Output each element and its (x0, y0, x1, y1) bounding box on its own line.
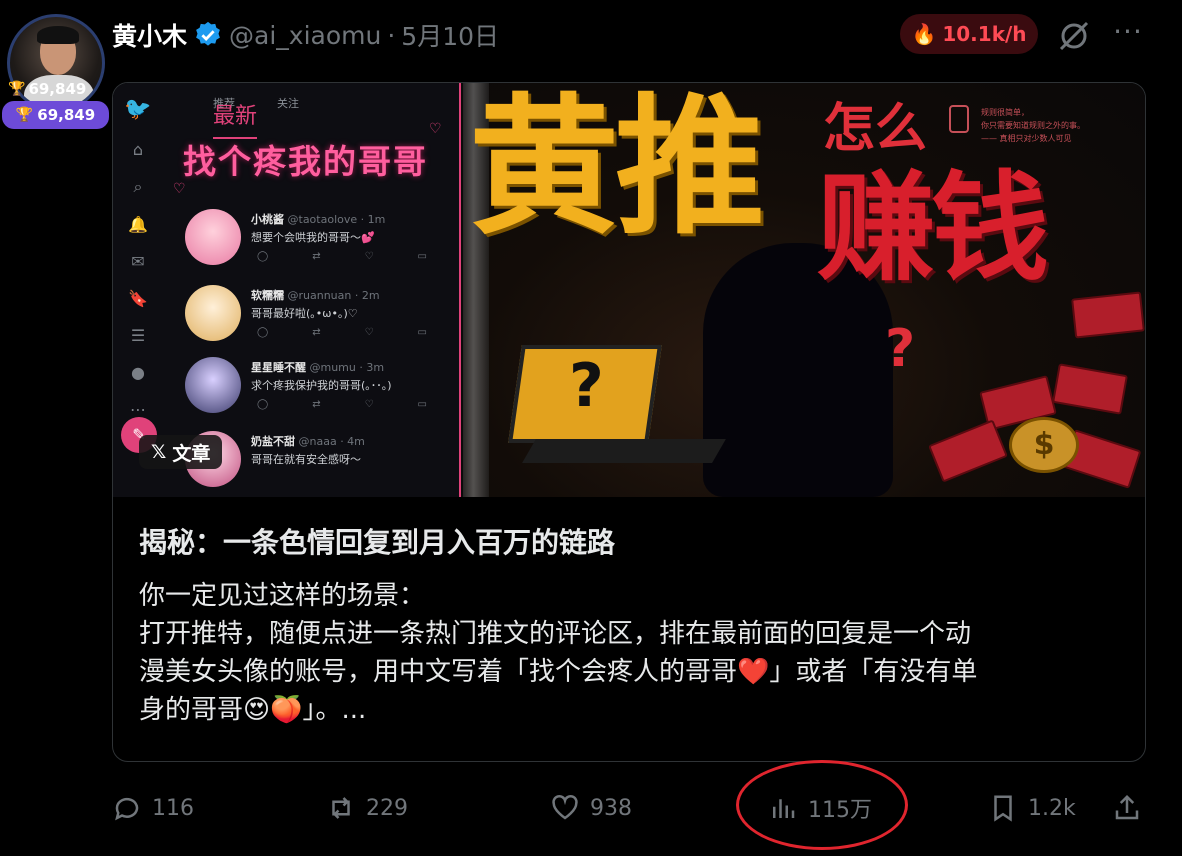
trophy-icon: 🏆 (8, 81, 26, 97)
x-logo-icon: 𝕏 (151, 441, 167, 463)
heart-icon (552, 794, 578, 820)
mock-tabs: 推荐 最新 关注 (213, 95, 299, 139)
mock-post-name: 小桃酱 @taotaolove · 1m (251, 213, 386, 226)
fire-icon: 🔥 (911, 22, 937, 46)
cover-headline-1: 黄推 (469, 83, 765, 255)
mock-tab-active: 最新 (213, 95, 258, 139)
article-cover-image: 🐦 ⌂ ⌕ 🔔 ✉ 🔖 ☰ ● ⋯ 推荐 最新 关注 找个疼我的哥哥 ♡ ♡ 小… (113, 83, 1145, 497)
like-button[interactable]: 938 (550, 786, 632, 830)
excerpt-line: 你一定见过这样的场景： (139, 581, 426, 611)
more-icon[interactable]: ··· (1110, 18, 1146, 54)
bell-icon: 🔔 (128, 215, 148, 234)
mail-icon: ✉ (131, 252, 145, 271)
reply-button[interactable]: 116 (112, 786, 194, 830)
post-action-bar: 116 229 938 115万 1.2k (112, 786, 1152, 830)
mock-post-actions: ◯ ⇄ ♡ ▭ (257, 327, 427, 338)
search-icon: ⌕ (133, 177, 143, 196)
share-icon (1115, 794, 1139, 820)
dollar-coin: $ (1009, 417, 1079, 473)
home-icon: ⌂ (132, 140, 144, 159)
money-bill (928, 419, 1008, 483)
mock-post: 软糯糯 @ruannuan · 2m 哥哥最好啦(｡•ω•｡)♡ ◯ ⇄ ♡ ▭ (185, 283, 445, 351)
hot-rate: 10.1k/h (942, 22, 1027, 46)
mock-post: 星星睡不醒 @mumu · 3m 求个疼我保护我的哥哥(｡･･｡) ◯ ⇄ ♡ ▭ (185, 355, 445, 423)
mock-tab: 关注 (277, 97, 299, 110)
excerpt-line: 漫美女头像的账号，用中文写着「找个会疼人的哥哥❤️」或者「有没有单 (139, 657, 978, 687)
mock-avatar (185, 285, 241, 341)
mock-post-text: 求个疼我保护我的哥哥(｡･･｡) (251, 379, 392, 392)
mock-post-text: 哥哥最好啦(｡•ω•｡)♡ (251, 307, 358, 320)
money-bill (1052, 363, 1128, 415)
author-handle[interactable]: @ai_xiaomu (229, 21, 381, 50)
grok-icon[interactable] (1056, 18, 1092, 54)
mock-avatar (185, 357, 241, 413)
red-annotation-circle (736, 760, 908, 850)
mock-avatar (185, 209, 241, 265)
reply-count: 116 (152, 795, 194, 821)
list-icon: ☰ (130, 326, 146, 345)
profile-icon: ● (131, 363, 145, 382)
cover-headline-3: 赚钱 (817, 159, 1049, 297)
repost-count: 229 (366, 795, 408, 821)
header-separator: · (387, 20, 396, 50)
mock-post-name: 奶盐不甜 @naaa · 4m (251, 435, 365, 448)
article-tag: 𝕏 文章 (139, 435, 223, 469)
cover-phone-mockup: 🐦 ⌂ ⌕ 🔔 ✉ 🔖 ☰ ● ⋯ 推荐 最新 关注 找个疼我的哥哥 ♡ ♡ 小… (113, 83, 461, 497)
laptop-question-mark: ? (569, 351, 604, 421)
cover-question-mark: ? (885, 319, 916, 379)
money-bill (1071, 291, 1145, 339)
mock-post-name: 星星睡不醒 @mumu · 3m (251, 361, 385, 374)
post-date[interactable]: 5月10日 (401, 17, 499, 53)
excerpt-line: 打开推特，随便点进一条热门推文的评论区，排在最前面的回复是一个动 (139, 619, 972, 649)
heart-icon: ♡ (429, 121, 442, 137)
avatar-hair (37, 26, 79, 44)
like-count: 938 (590, 795, 632, 821)
article-title[interactable]: 揭秘：一条色情回复到月入百万的链路 (139, 521, 615, 561)
cover-illustration: ? $ 黄推 规则很简单， 你只需要知道规则之外的事。 —— 真相只对少数人可见… (463, 83, 1145, 497)
bookmark-icon (994, 795, 1012, 822)
mock-post: 小桃酱 @taotaolove · 1m 想要个会哄我的哥哥～💕 ◯ ⇄ ♡ ▭ (185, 207, 445, 275)
article-excerpt: 你一定见过这样的场景： 打开推特，随便点进一条热门推文的评论区，排在最前面的回复… (139, 577, 1129, 729)
trophy-icon: 🏆 (15, 107, 34, 123)
lock-icon (949, 105, 969, 133)
mock-post: 奶盐不甜 @naaa · 4m 哥哥在就有安全感呀～ (185, 429, 445, 497)
bird-icon: 🐦 (124, 97, 152, 122)
hot-rate-badge[interactable]: 🔥 10.1k/h (900, 14, 1038, 54)
repost-icon (332, 797, 350, 819)
cover-headline-2: 怎么 (823, 99, 928, 159)
bookmark-icon: 🔖 (128, 289, 148, 308)
trophy-score: 69,849 (37, 106, 96, 124)
article-card[interactable]: 🐦 ⌂ ⌕ 🔔 ✉ 🔖 ☰ ● ⋯ 推荐 最新 关注 找个疼我的哥哥 ♡ ♡ 小… (112, 82, 1146, 762)
repost-button[interactable]: 229 (326, 786, 408, 830)
post-header: 黄小木 @ai_xiaomu · 5月10日 (112, 14, 499, 56)
share-button[interactable] (1112, 786, 1142, 830)
bookmark-button[interactable]: 1.2k (988, 786, 1076, 830)
article-tag-label: 文章 (172, 442, 211, 465)
author-name[interactable]: 黄小木 (112, 17, 187, 53)
trophy-score-badge: 🏆 69,849 (8, 78, 86, 100)
mock-post-actions: ◯ ⇄ ♡ ▭ (257, 399, 427, 410)
laptop-keyboard (522, 439, 726, 463)
mock-post-name: 软糯糯 @ruannuan · 2m (251, 289, 380, 302)
trophy-score: 69,849 (28, 80, 87, 98)
trophy-score-pill: 🏆 69,849 (2, 101, 109, 129)
verified-badge-icon (193, 20, 223, 50)
heart-icon: ♡ (173, 181, 186, 197)
reply-icon (115, 797, 139, 821)
bookmark-count: 1.2k (1028, 795, 1076, 821)
mock-title: 找个疼我的哥哥 (183, 142, 428, 181)
cover-note: 规则很简单， 你只需要知道规则之外的事。 —— 真相只对少数人可见 (981, 108, 1085, 143)
mock-post-actions: ◯ ⇄ ♡ ▭ (257, 251, 427, 262)
mock-post-text: 想要个会哄我的哥哥～💕 (251, 231, 375, 244)
excerpt-line: 身的哥哥😍🍑」。... (139, 695, 367, 725)
mock-sidebar: 🐦 ⌂ ⌕ 🔔 ✉ 🔖 ☰ ● ⋯ (123, 97, 153, 419)
mock-post-text: 哥哥在就有安全感呀～ (251, 453, 361, 466)
